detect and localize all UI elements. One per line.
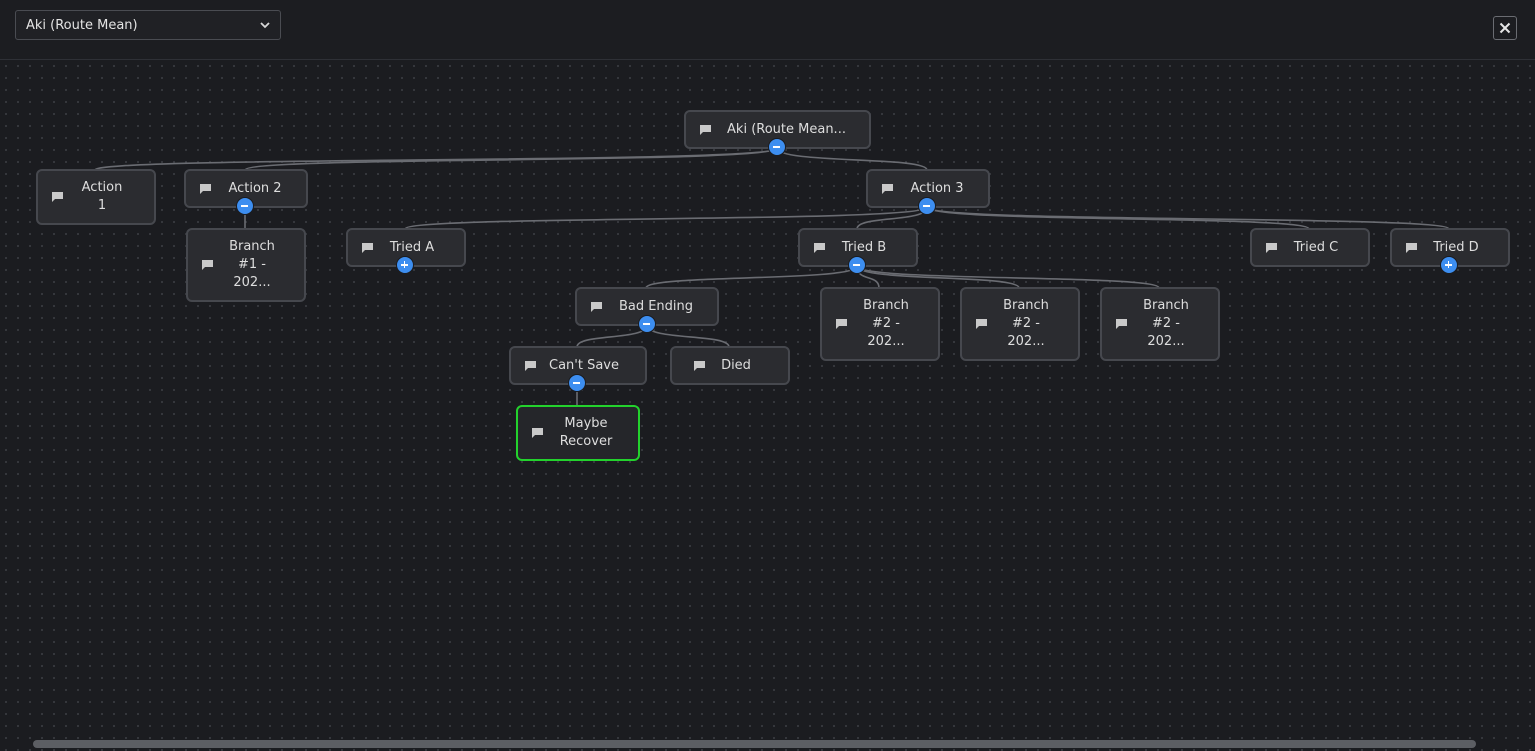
node-branch-2a[interactable]: Branch #2 - 202... [820,287,940,361]
collapse-toggle[interactable] [918,197,936,215]
comment-icon [525,361,536,371]
comment-icon [976,319,987,329]
node-label: Tried B [841,239,887,255]
comment-icon [1266,243,1277,253]
node-label-line: Branch [229,239,275,254]
comment-icon [591,302,602,312]
node-label-line: 202... [867,334,905,349]
node-label-line: #1 - [237,257,266,272]
tree-edges [94,147,1450,406]
close-icon [1499,22,1511,34]
node-label-line: Action [81,180,123,195]
expand-toggle[interactable] [396,256,414,274]
horizontal-scrollbar[interactable] [33,740,1476,748]
node-label-line: 202... [1007,334,1045,349]
node-label: Tried D [1433,239,1479,255]
node-action-1[interactable]: Action 1 [36,169,156,225]
route-select-value: Aki (Route Mean) [26,18,138,33]
comment-icon [52,192,63,202]
node-branch-2b[interactable]: Branch #2 - 202... [960,287,1080,361]
node-label: Aki (Route Mean... [727,121,846,137]
node-label-line: Recover [559,434,613,449]
comment-icon [836,319,847,329]
node-label-line: #2 - [1011,316,1040,331]
collapse-toggle[interactable] [568,374,586,392]
node-label-line: #2 - [871,316,900,331]
node-label-line: Branch [1003,298,1049,313]
expand-toggle[interactable] [1440,256,1458,274]
node-label: Tried A [389,239,435,255]
node-label: Action 3 [910,180,964,196]
chevron-down-icon [260,22,270,29]
node-label: Can't Save [549,357,619,373]
node-label-line: #2 - [1151,316,1180,331]
close-button[interactable] [1493,16,1517,40]
node-label: Tried C [1293,239,1339,255]
node-died[interactable]: Died [670,346,790,385]
node-label: Action 2 [228,180,282,196]
comment-icon [1406,243,1417,253]
comment-icon [694,361,705,371]
top-bar: Aki (Route Mean) [0,0,1535,60]
comment-icon [814,243,825,253]
comment-icon [882,184,893,194]
comment-icon [200,184,211,194]
node-label-line: 202... [1147,334,1185,349]
node-label: Bad Ending [618,298,694,314]
comment-icon [1116,319,1127,329]
node-tried-c[interactable]: Tried C [1250,228,1370,267]
tree-canvas[interactable]: Aki (Route Mean... Action 1 Action 2 Bra… [0,60,1535,751]
node-maybe-recover[interactable]: Maybe Recover [516,405,640,461]
node-label-line: Branch [863,298,909,313]
route-select[interactable]: Aki (Route Mean) [15,10,281,40]
node-label: Died [721,357,751,373]
collapse-toggle[interactable] [848,256,866,274]
node-label-line: 1 [97,198,107,213]
collapse-toggle[interactable] [768,138,786,156]
collapse-toggle[interactable] [236,197,254,215]
comment-icon [362,243,373,253]
node-branch-2c[interactable]: Branch #2 - 202... [1100,287,1220,361]
node-branch-1[interactable]: Branch #1 - 202... [186,228,306,302]
node-label-line: 202... [233,275,271,290]
comment-icon [202,260,213,270]
comment-icon [532,428,543,438]
comment-icon [700,125,711,135]
node-label-line: Maybe [564,416,608,431]
node-label-line: Branch [1143,298,1189,313]
collapse-toggle[interactable] [638,315,656,333]
